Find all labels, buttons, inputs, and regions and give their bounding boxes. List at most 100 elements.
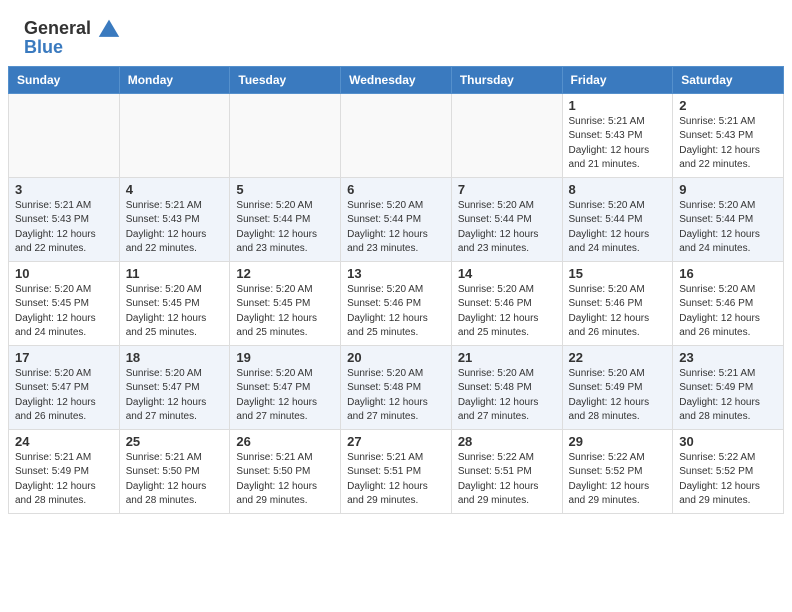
day-info: Sunrise: 5:21 AM Sunset: 5:50 PM Dayligh… bbox=[126, 451, 224, 509]
day-number: 24 bbox=[15, 434, 113, 449]
calendar-cell: 8Sunrise: 5:20 AM Sunset: 5:44 PM Daylig… bbox=[562, 177, 673, 261]
calendar-cell: 3 Sunrise: 5:21 AM Sunset: 5:43 PM Daylig… bbox=[9, 177, 120, 261]
day-info: Sunrise: 5:20 AM Sunset: 5:47 PM Dayligh… bbox=[236, 367, 334, 425]
calendar-header-tuesday: Tuesday bbox=[230, 66, 341, 93]
day-info: Sunrise: 5:21 AM Sunset: 5:43 PM Dayligh… bbox=[126, 199, 224, 257]
calendar-cell: 15Sunrise: 5:20 AM Sunset: 5:46 PM Dayli… bbox=[562, 261, 673, 345]
calendar-cell: 17Sunrise: 5:20 AM Sunset: 5:47 PM Dayli… bbox=[9, 345, 120, 429]
day-number: 29 bbox=[569, 434, 667, 449]
calendar-cell: 7 Sunrise: 5:20 AM Sunset: 5:44 PM Daylig… bbox=[451, 177, 562, 261]
calendar-cell: 1 Sunrise: 5:21 AM Sunset: 5:43 PM Daylig… bbox=[562, 93, 673, 177]
calendar-week-0: 1 Sunrise: 5:21 AM Sunset: 5:43 PM Daylig… bbox=[9, 93, 784, 177]
day-info: Sunrise: 5:20 AM Sunset: 5:45 PM Dayligh… bbox=[236, 283, 334, 341]
day-number: 15 bbox=[569, 266, 667, 281]
calendar-body: 1 Sunrise: 5:21 AM Sunset: 5:43 PM Daylig… bbox=[9, 93, 784, 513]
calendar-week-1: 3 Sunrise: 5:21 AM Sunset: 5:43 PM Daylig… bbox=[9, 177, 784, 261]
calendar-header-monday: Monday bbox=[119, 66, 230, 93]
calendar-cell: 29 Sunrise: 5:22 AM Sunset: 5:52 PM Dayli… bbox=[562, 429, 673, 513]
day-number: 4 bbox=[126, 182, 224, 197]
calendar-cell: 16Sunrise: 5:20 AM Sunset: 5:46 PM Dayli… bbox=[673, 261, 784, 345]
day-number: 10 bbox=[15, 266, 113, 281]
calendar-header-wednesday: Wednesday bbox=[341, 66, 452, 93]
logo-triangle-icon bbox=[98, 18, 120, 40]
day-info: Sunrise: 5:20 AM Sunset: 5:48 PM Dayligh… bbox=[458, 367, 556, 425]
day-info: Sunrise: 5:20 AM Sunset: 5:46 PM Dayligh… bbox=[458, 283, 556, 341]
calendar-table: SundayMondayTuesdayWednesdayThursdayFrid… bbox=[8, 66, 784, 514]
calendar-week-2: 10 Sunrise: 5:20 AM Sunset: 5:45 PM Dayli… bbox=[9, 261, 784, 345]
calendar-header-friday: Friday bbox=[562, 66, 673, 93]
calendar-week-3: 17 Sunrise: 5:20 AM Sunset: 5:47 PM Dayli… bbox=[9, 345, 784, 429]
logo-blue: Blue bbox=[24, 38, 63, 58]
day-info: Sunrise: 5:20 AM Sunset: 5:45 PM Dayligh… bbox=[15, 283, 113, 341]
day-number: 8 bbox=[569, 182, 667, 197]
day-number: 1 bbox=[569, 98, 667, 113]
day-info: Sunrise: 5:20 AM Sunset: 5:49 PM Dayligh… bbox=[569, 367, 667, 425]
day-info: Sunrise: 5:21 AM Sunset: 5:51 PM Dayligh… bbox=[347, 451, 445, 509]
day-number: 26 bbox=[236, 434, 334, 449]
day-number: 3 bbox=[15, 182, 113, 197]
calendar-header-saturday: Saturday bbox=[673, 66, 784, 93]
calendar-cell bbox=[9, 93, 120, 177]
day-info: Sunrise: 5:20 AM Sunset: 5:44 PM Dayligh… bbox=[347, 199, 445, 257]
day-number: 25 bbox=[126, 434, 224, 449]
calendar-cell: 14 Sunrise: 5:20 AM Sunset: 5:46 PM Dayli… bbox=[451, 261, 562, 345]
calendar-cell bbox=[451, 93, 562, 177]
day-info: Sunrise: 5:21 AM Sunset: 5:43 PM Dayligh… bbox=[15, 199, 113, 257]
calendar-cell: 26Sunrise: 5:21 AM Sunset: 5:50 PM Dayli… bbox=[230, 429, 341, 513]
day-number: 11 bbox=[126, 266, 224, 281]
calendar-cell: 18Sunrise: 5:20 AM Sunset: 5:47 PM Dayli… bbox=[119, 345, 230, 429]
day-number: 12 bbox=[236, 266, 334, 281]
header: General Blue bbox=[0, 0, 792, 66]
calendar-cell: 13Sunrise: 5:20 AM Sunset: 5:46 PM Dayli… bbox=[341, 261, 452, 345]
calendar-header-thursday: Thursday bbox=[451, 66, 562, 93]
day-number: 5 bbox=[236, 182, 334, 197]
day-number: 14 bbox=[458, 266, 556, 281]
logo-general: General bbox=[24, 18, 91, 38]
day-number: 23 bbox=[679, 350, 777, 365]
day-info: Sunrise: 5:20 AM Sunset: 5:44 PM Dayligh… bbox=[458, 199, 556, 257]
calendar-cell: 23Sunrise: 5:21 AM Sunset: 5:49 PM Dayli… bbox=[673, 345, 784, 429]
day-number: 6 bbox=[347, 182, 445, 197]
day-number: 22 bbox=[569, 350, 667, 365]
day-number: 28 bbox=[458, 434, 556, 449]
calendar-cell: 24Sunrise: 5:21 AM Sunset: 5:49 PM Dayli… bbox=[9, 429, 120, 513]
day-info: Sunrise: 5:20 AM Sunset: 5:48 PM Dayligh… bbox=[347, 367, 445, 425]
day-number: 21 bbox=[458, 350, 556, 365]
calendar-cell: 4 Sunrise: 5:21 AM Sunset: 5:43 PM Daylig… bbox=[119, 177, 230, 261]
day-info: Sunrise: 5:22 AM Sunset: 5:52 PM Dayligh… bbox=[679, 451, 777, 509]
calendar-week-4: 24Sunrise: 5:21 AM Sunset: 5:49 PM Dayli… bbox=[9, 429, 784, 513]
calendar-cell: 21 Sunrise: 5:20 AM Sunset: 5:48 PM Dayli… bbox=[451, 345, 562, 429]
calendar-cell: 12 Sunrise: 5:20 AM Sunset: 5:45 PM Dayli… bbox=[230, 261, 341, 345]
calendar-header-row: SundayMondayTuesdayWednesdayThursdayFrid… bbox=[9, 66, 784, 93]
day-number: 7 bbox=[458, 182, 556, 197]
day-info: Sunrise: 5:20 AM Sunset: 5:46 PM Dayligh… bbox=[347, 283, 445, 341]
logo: General Blue bbox=[24, 18, 120, 58]
calendar-cell bbox=[341, 93, 452, 177]
day-info: Sunrise: 5:20 AM Sunset: 5:47 PM Dayligh… bbox=[126, 367, 224, 425]
day-info: Sunrise: 5:21 AM Sunset: 5:43 PM Dayligh… bbox=[679, 115, 777, 173]
day-info: Sunrise: 5:20 AM Sunset: 5:44 PM Dayligh… bbox=[679, 199, 777, 257]
calendar-cell bbox=[230, 93, 341, 177]
day-number: 19 bbox=[236, 350, 334, 365]
calendar-cell: 27Sunrise: 5:21 AM Sunset: 5:51 PM Dayli… bbox=[341, 429, 452, 513]
day-info: Sunrise: 5:20 AM Sunset: 5:45 PM Dayligh… bbox=[126, 283, 224, 341]
day-number: 16 bbox=[679, 266, 777, 281]
calendar-header-sunday: Sunday bbox=[9, 66, 120, 93]
calendar-cell: 28 Sunrise: 5:22 AM Sunset: 5:51 PM Dayli… bbox=[451, 429, 562, 513]
day-info: Sunrise: 5:21 AM Sunset: 5:43 PM Dayligh… bbox=[569, 115, 667, 173]
calendar-cell: 9 Sunrise: 5:20 AM Sunset: 5:44 PM Daylig… bbox=[673, 177, 784, 261]
day-number: 17 bbox=[15, 350, 113, 365]
calendar-cell bbox=[119, 93, 230, 177]
day-number: 30 bbox=[679, 434, 777, 449]
day-info: Sunrise: 5:20 AM Sunset: 5:44 PM Dayligh… bbox=[236, 199, 334, 257]
day-number: 9 bbox=[679, 182, 777, 197]
day-info: Sunrise: 5:22 AM Sunset: 5:51 PM Dayligh… bbox=[458, 451, 556, 509]
day-number: 2 bbox=[679, 98, 777, 113]
calendar-cell: 22 Sunrise: 5:20 AM Sunset: 5:49 PM Dayli… bbox=[562, 345, 673, 429]
day-number: 20 bbox=[347, 350, 445, 365]
calendar-cell: 2 Sunrise: 5:21 AM Sunset: 5:43 PM Daylig… bbox=[673, 93, 784, 177]
calendar-cell: 6 Sunrise: 5:20 AM Sunset: 5:44 PM Daylig… bbox=[341, 177, 452, 261]
page: General Blue SundayMondayTuesdayWednesda… bbox=[0, 0, 792, 612]
day-info: Sunrise: 5:22 AM Sunset: 5:52 PM Dayligh… bbox=[569, 451, 667, 509]
calendar-cell: 19 Sunrise: 5:20 AM Sunset: 5:47 PM Dayli… bbox=[230, 345, 341, 429]
